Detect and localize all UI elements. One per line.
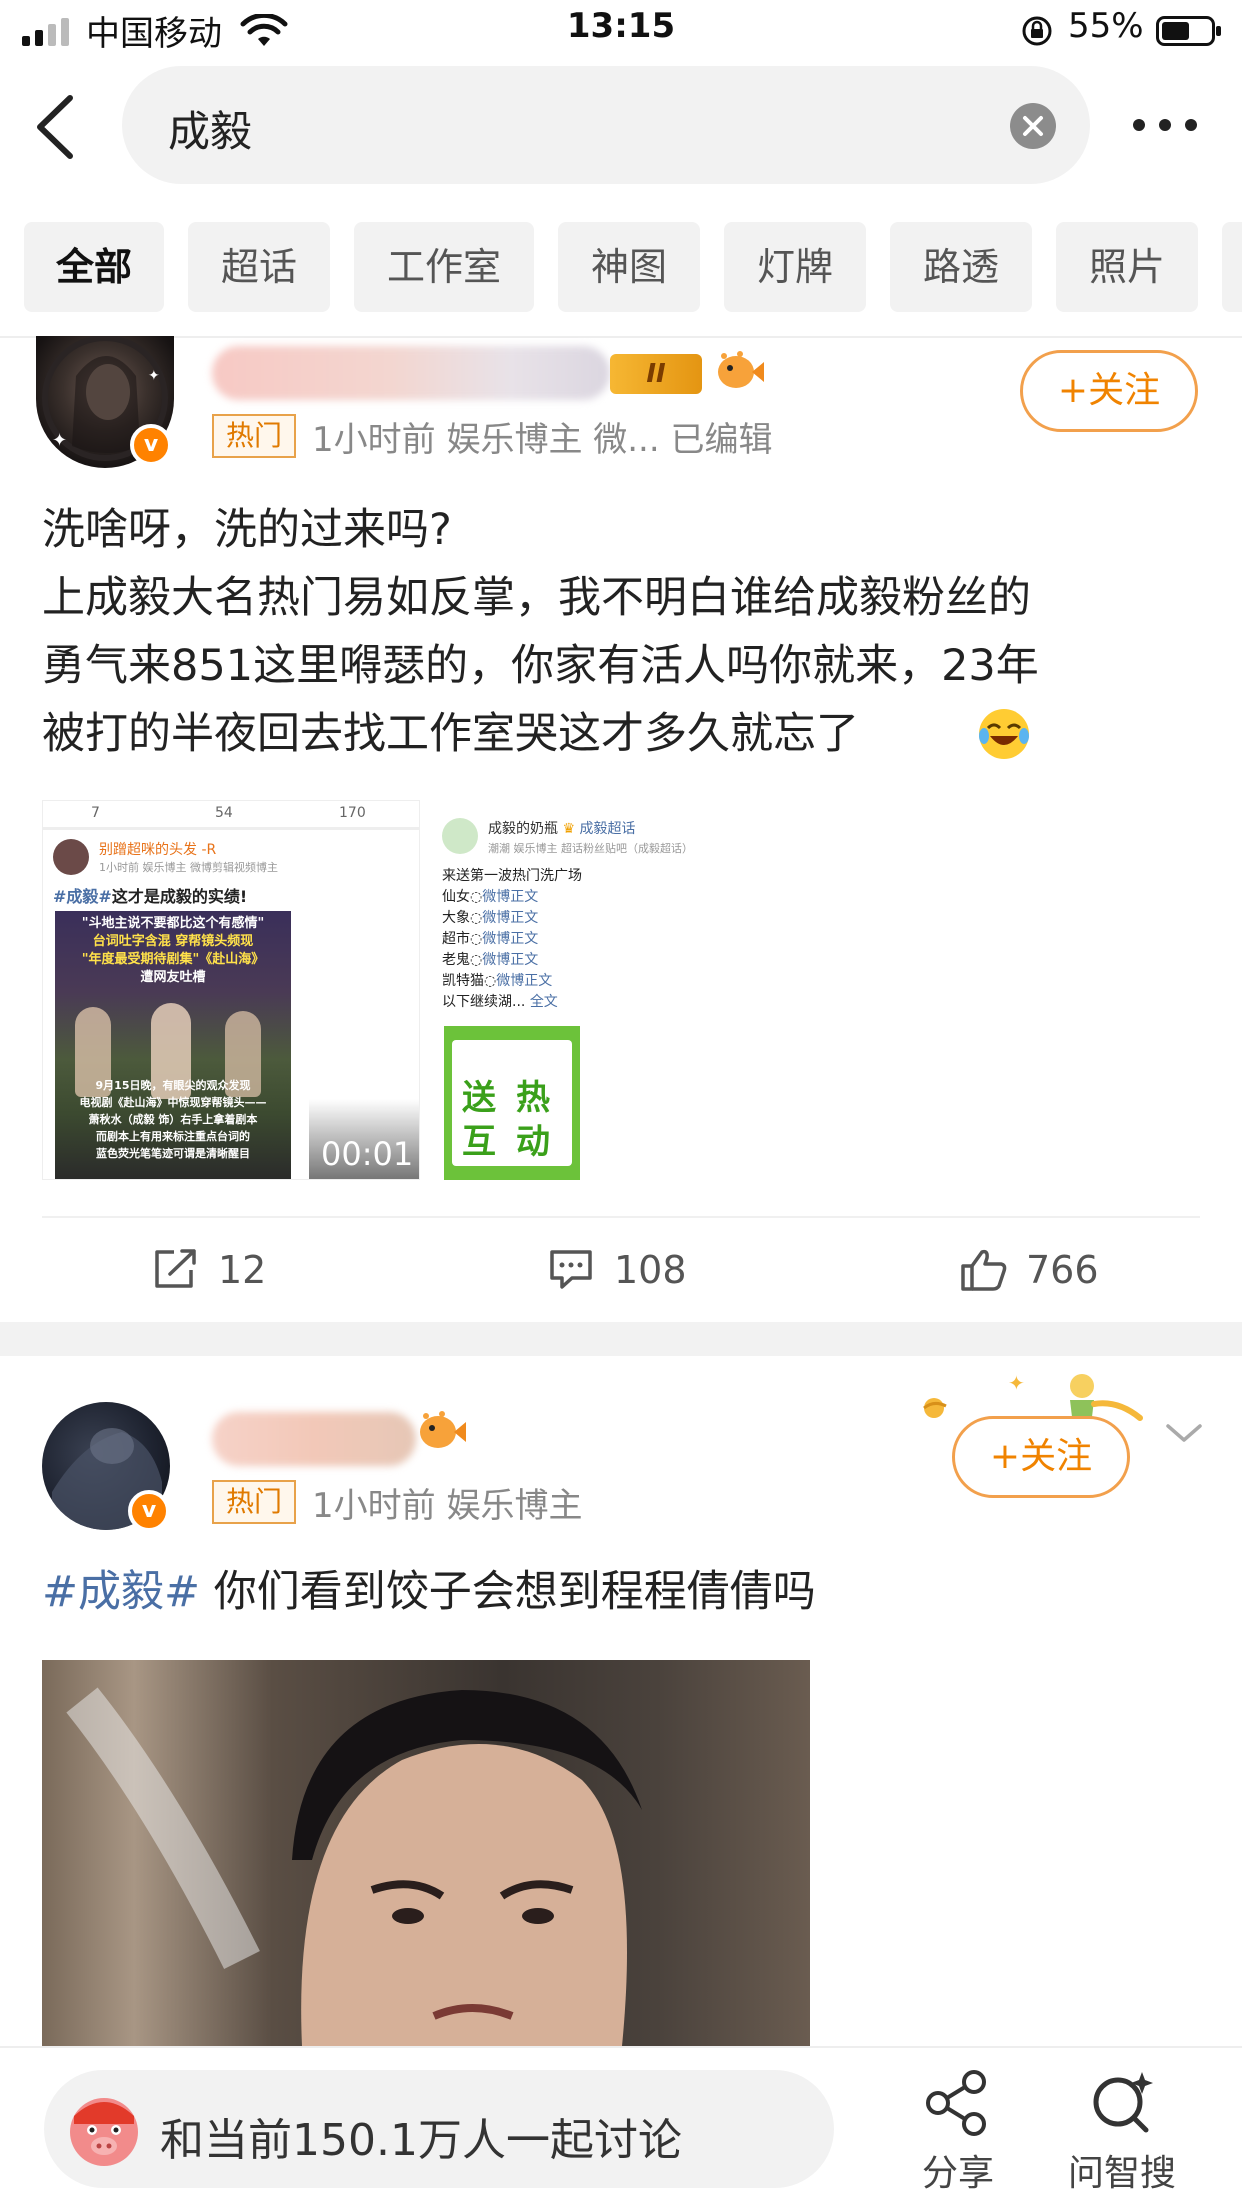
back-icon[interactable] [28, 92, 84, 162]
post-separator [0, 1322, 1242, 1356]
video-duration: 00:01 [321, 1135, 414, 1173]
search-header: 成毅 [0, 62, 1242, 192]
post-text-line: 上成毅大名热门易如反掌，我不明白谁给成毅粉丝的 [42, 573, 1031, 623]
repost-icon [155, 1249, 196, 1288]
embedded-caption: 这才是成毅的实绩! [111, 887, 248, 906]
filter-tabs: 全部 超话 工作室 神图 灯牌 路透 照片 [24, 222, 1242, 312]
post-meta: 1小时前 娱乐博主 微... 已编辑 [312, 420, 773, 460]
post-image[interactable] [42, 1660, 810, 2046]
embedded-avatar [53, 839, 89, 875]
svg-text:✦: ✦ [148, 368, 160, 384]
follow-button[interactable]: +关注 [1020, 350, 1198, 432]
comment-count: 108 [614, 1248, 687, 1292]
battery-icon [1156, 16, 1221, 46]
comment-icon [550, 1250, 592, 1289]
tab-supertopic[interactable]: 超话 [188, 222, 330, 312]
tab-best-pics[interactable]: 神图 [558, 222, 700, 312]
tab-light-signs[interactable]: 灯牌 [724, 222, 866, 312]
puffer-fish-icon [718, 351, 764, 388]
news-image: "斗地主说不要都比这个有感情" 台词吐字含混 穿帮镜头频现 "年度最受期待剧集"… [55, 911, 291, 1179]
search-input[interactable]: 成毅 [122, 66, 1090, 184]
post-meta: 1小时前 娱乐博主 [312, 1486, 583, 1526]
battery-percent: 55% [1068, 6, 1144, 46]
close-icon [1023, 116, 1043, 136]
username-blurred[interactable] [212, 1412, 416, 1466]
divider [42, 1216, 1200, 1218]
mascot-pig-icon [70, 2098, 138, 2166]
chevron-down-icon[interactable] [1164, 1420, 1204, 1446]
share-label: 分享 [921, 2153, 994, 2194]
discussion-input[interactable]: 和当前150.1万人一起讨论 [44, 2070, 834, 2188]
bottom-bar: 和当前150.1万人一起讨论 分享 问智搜 [0, 2046, 1242, 2208]
poster-image: 送 热 互 动 [444, 1026, 580, 1180]
tab-all[interactable]: 全部 [24, 222, 164, 312]
embedded-author: 别蹭超咪的头发 -R [99, 842, 217, 858]
follow-button[interactable]: +关注 [952, 1416, 1130, 1498]
embedded-topic: #成毅# [53, 887, 112, 906]
embedded-comment-count: 54 [215, 805, 233, 821]
tab-candids[interactable]: 路透 [890, 222, 1032, 312]
verified-badge-icon: v [128, 1490, 170, 1532]
hot-tag: 热门 [212, 414, 296, 458]
post-text-line: 被打的半夜回去找工作室哭这才多久就忘了 [42, 709, 859, 759]
post-text: #成毅# 你们看到饺子会想到程程倩倩吗 [42, 1558, 816, 1626]
post-text-line: 勇气来851这里嘚瑟的，你家有活人吗你就来，23年 [42, 641, 1039, 691]
embedded-author: 成毅的奶瓶 ♛ 成毅超话 [488, 821, 636, 837]
tab-overflow[interactable] [1222, 222, 1242, 312]
smart-search-button[interactable]: 问智搜 [1062, 2068, 1182, 2198]
share-button[interactable]: 分享 [898, 2068, 1018, 2198]
status-bar: 中国移动 13:15 55% [0, 0, 1242, 62]
divider [0, 336, 1242, 338]
embedded-like-count: 170 [339, 805, 366, 821]
rank-badge: II [610, 354, 702, 394]
smart-search-icon [1093, 2072, 1153, 2133]
post-text-line: 洗啥呀，洗的过来吗? [42, 505, 452, 555]
search-query: 成毅 [168, 107, 253, 156]
embedded-stats: 7 54 170 [43, 801, 419, 829]
tab-studio[interactable]: 工作室 [354, 222, 534, 312]
post-topic-link[interactable]: #成毅# [42, 1567, 200, 1617]
embedded-share-count: 7 [91, 805, 100, 821]
laugh-cry-emoji-icon [979, 709, 1029, 759]
repost-count: 12 [218, 1248, 267, 1292]
post-text-body: 你们看到饺子会想到程程倩倩吗 [200, 1567, 816, 1617]
image-thumbnail[interactable]: 成毅的奶瓶 ♛ 成毅超话 潮潮 娱乐博主 超话粉丝贴吧（成毅超话） 来送第一波热… [432, 800, 810, 1180]
embedded-meta: 潮潮 娱乐博主 超话粉丝贴吧（成毅超话） [488, 842, 693, 855]
thumbs-up-icon [961, 1249, 1007, 1291]
news-headline: "斗地主说不要都比这个有感情" 台词吐字含混 穿帮镜头频现 "年度最受期待剧集"… [81, 916, 265, 985]
rotation-lock-icon [1022, 16, 1052, 46]
puffer-fish-icon [420, 1411, 466, 1448]
tab-photos[interactable]: 照片 [1056, 222, 1198, 312]
news-body: 9月15日晚，有眼尖的观众发现 电视剧《赴山海》中惊现穿帮镜头—— 萧秋水（成毅… [79, 1079, 267, 1160]
verified-badge-icon: v [130, 424, 172, 466]
clear-search-button[interactable] [1010, 103, 1056, 149]
video-thumbnail[interactable]: 7 54 170 别蹭超咪的头发 -R 1小时前 娱乐博主 微博剪辑视频博主 #… [42, 800, 420, 1180]
username-blurred[interactable] [212, 346, 610, 400]
more-options-icon[interactable] [1130, 112, 1200, 138]
embedded-text: #成毅#这才是成毅的实绩! [53, 883, 247, 907]
svg-text:✦: ✦ [1008, 1371, 1025, 1395]
hot-tag: 热门 [212, 1480, 296, 1524]
share-icon [926, 2070, 986, 2136]
photo-content [66, 1687, 642, 2046]
discussion-prompt: 和当前150.1万人一起讨论 [160, 2115, 682, 2166]
clock: 13:15 [566, 6, 676, 46]
embedded-avatar [442, 818, 478, 854]
svg-text:✦: ✦ [52, 430, 67, 451]
embedded-list: 来送第一波热门洗广场 仙女◌微博正文 大象◌微博正文 超市◌微博正文 老鬼◌微博… [442, 868, 582, 1010]
embedded-meta: 1小时前 娱乐博主 微博剪辑视频博主 [99, 861, 278, 874]
smart-search-label: 问智搜 [1067, 2153, 1176, 2194]
like-count: 766 [1026, 1248, 1099, 1292]
